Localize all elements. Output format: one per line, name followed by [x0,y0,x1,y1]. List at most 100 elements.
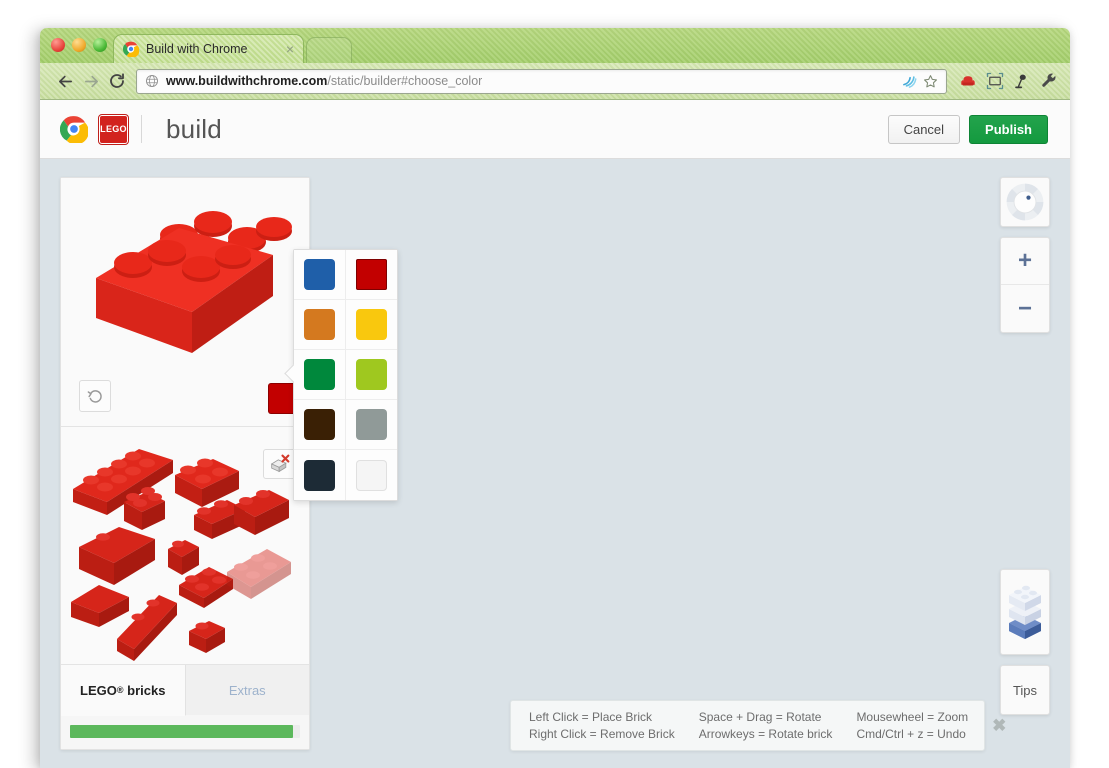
wrench-icon[interactable] [1040,72,1058,90]
extension-icons [959,72,1058,90]
progress-track [70,725,300,738]
progress-fill [70,725,294,738]
cancel-button[interactable]: Cancel [887,114,961,144]
url-path: /static/builder#choose_color [327,74,483,88]
omnibox-icons [902,74,938,89]
browser-tab[interactable]: Build with Chrome × [113,34,304,63]
rotate-view-control[interactable] [1000,177,1050,227]
zoom-out-button[interactable]: − [1001,285,1049,332]
lego-logo: LEGO [99,114,128,144]
swatch-gray[interactable] [355,409,387,440]
delete-brick-button[interactable] [263,449,297,479]
brick-plate-1x1 [189,621,225,653]
tips-close-icon[interactable]: ✖ [992,716,1012,736]
swatch-white[interactable] [355,459,387,491]
height-indicator-icon [1009,585,1041,639]
swatch-red[interactable] [355,259,387,290]
tab-lego-bricks[interactable]: LEGO ® bricks [61,665,186,716]
back-button[interactable] [52,68,78,94]
brand-divider [141,115,142,143]
header-actions: Cancel Publish [887,114,1048,144]
browser-toolbar: www.buildwithchrome.com/static/builder#c… [40,63,1070,100]
tip-line: Left Click = Place Brick [529,709,653,724]
palette-cell-red[interactable] [345,250,397,300]
rotate-icon [87,389,102,403]
lamp-icon[interactable] [1013,72,1031,90]
browser-window: Build with Chrome × www.buildwithchrome.… [40,28,1070,768]
reload-icon [110,73,124,88]
new-tab-button[interactable] [306,37,352,63]
star-icon[interactable] [923,74,938,89]
minimize-window-button[interactable] [72,38,86,52]
page-content: LEGO build Cancel Publish LEGO ® bricks … [40,100,1070,768]
brick-2x4 [175,458,239,507]
tip-line: Mousewheel = Zoom [856,709,969,724]
window-controls [51,38,107,52]
swatch-brown[interactable] [303,409,335,440]
tips-button[interactable]: Tips [1000,665,1050,715]
build-canvas[interactable]: LEGO ® bricks Extras + − Tips Left Click… [40,159,1070,767]
tip-line: Cmd/Ctrl + z = Undo [856,726,966,741]
url-text: www.buildwithchrome.com/static/builder#c… [166,74,482,88]
chrome-icon [123,41,139,57]
tip-line: Arrowkeys = Rotate brick [698,726,833,741]
palette-cell-lime[interactable] [345,350,397,400]
registered-mark: ® [116,685,124,695]
forward-arrow-icon [84,75,98,87]
tab-title: Build with Chrome [146,42,248,56]
zoom-in-button[interactable]: + [1001,238,1049,285]
tips-bar: Left Click = Place Brick Right Click = R… [510,700,1006,751]
swatch-blue[interactable] [303,259,335,290]
rotate-brick-button[interactable] [79,380,111,412]
red-2x4-brick [96,211,292,353]
tab-lego-label: LEGO [80,682,117,698]
tips-column: Space + Drag = Rotate Arrowkeys = Rotate… [699,709,833,743]
color-palette[interactable] [293,249,398,501]
close-window-button[interactable] [51,38,65,52]
tips-column: Left Click = Place Brick Right Click = R… [529,709,675,743]
tab-strip: Build with Chrome × [40,28,1070,63]
globe-icon [145,74,159,88]
palette-cell-blue[interactable] [294,250,346,300]
brick-height-indicator[interactable] [1000,569,1050,655]
sofa-icon[interactable] [959,72,977,90]
brick-preview [61,178,309,427]
palette-cell-orange[interactable] [294,300,346,350]
url-host: www.buildwithchrome.com [166,74,328,88]
dpad-icon [1006,183,1044,221]
tips-column: Mousewheel = Zoom Cmd/Ctrl + z = Undo [856,709,968,743]
palette-cell-green[interactable] [294,350,346,400]
tip-line: Right Click = Remove Brick [529,726,675,741]
screen: Build with Chrome × www.buildwithchrome.… [0,0,1109,768]
brick-tray[interactable] [61,427,309,665]
tab-close-icon[interactable]: × [283,42,297,56]
screenshot-icon[interactable] [986,72,1004,90]
swatch-green[interactable] [303,359,335,390]
tab-lego-label2: bricks [127,682,166,698]
wave-icon[interactable] [902,74,917,89]
delete-brick-icon [270,454,290,473]
panel-tabs: LEGO ® bricks Extras [61,665,310,716]
forward-button[interactable] [78,68,104,94]
brick-1x1 [168,540,199,575]
swatch-lime[interactable] [355,359,387,390]
publish-button[interactable]: Publish [969,114,1048,144]
swatch-orange[interactable] [303,309,335,340]
swatch-navy[interactable] [303,459,335,491]
palette-cell-navy[interactable] [294,450,346,500]
app-header: LEGO build Cancel Publish [40,100,1070,159]
brand: LEGO build [60,114,222,145]
tab-extras[interactable]: Extras [186,665,310,715]
swatch-yellow[interactable] [355,309,387,340]
palette-cell-yellow[interactable] [345,300,397,350]
palette-cell-white[interactable] [345,450,397,500]
palette-cell-gray[interactable] [345,400,397,450]
brick-panel: LEGO ® bricks Extras [60,177,310,750]
lego-logo-text: LEGO [100,124,127,134]
maximize-window-button[interactable] [93,38,107,52]
chrome-icon [60,116,88,143]
progress-section [61,715,309,749]
palette-cell-brown[interactable] [294,400,346,450]
address-bar[interactable]: www.buildwithchrome.com/static/builder#c… [136,68,947,94]
reload-button[interactable] [104,68,130,94]
